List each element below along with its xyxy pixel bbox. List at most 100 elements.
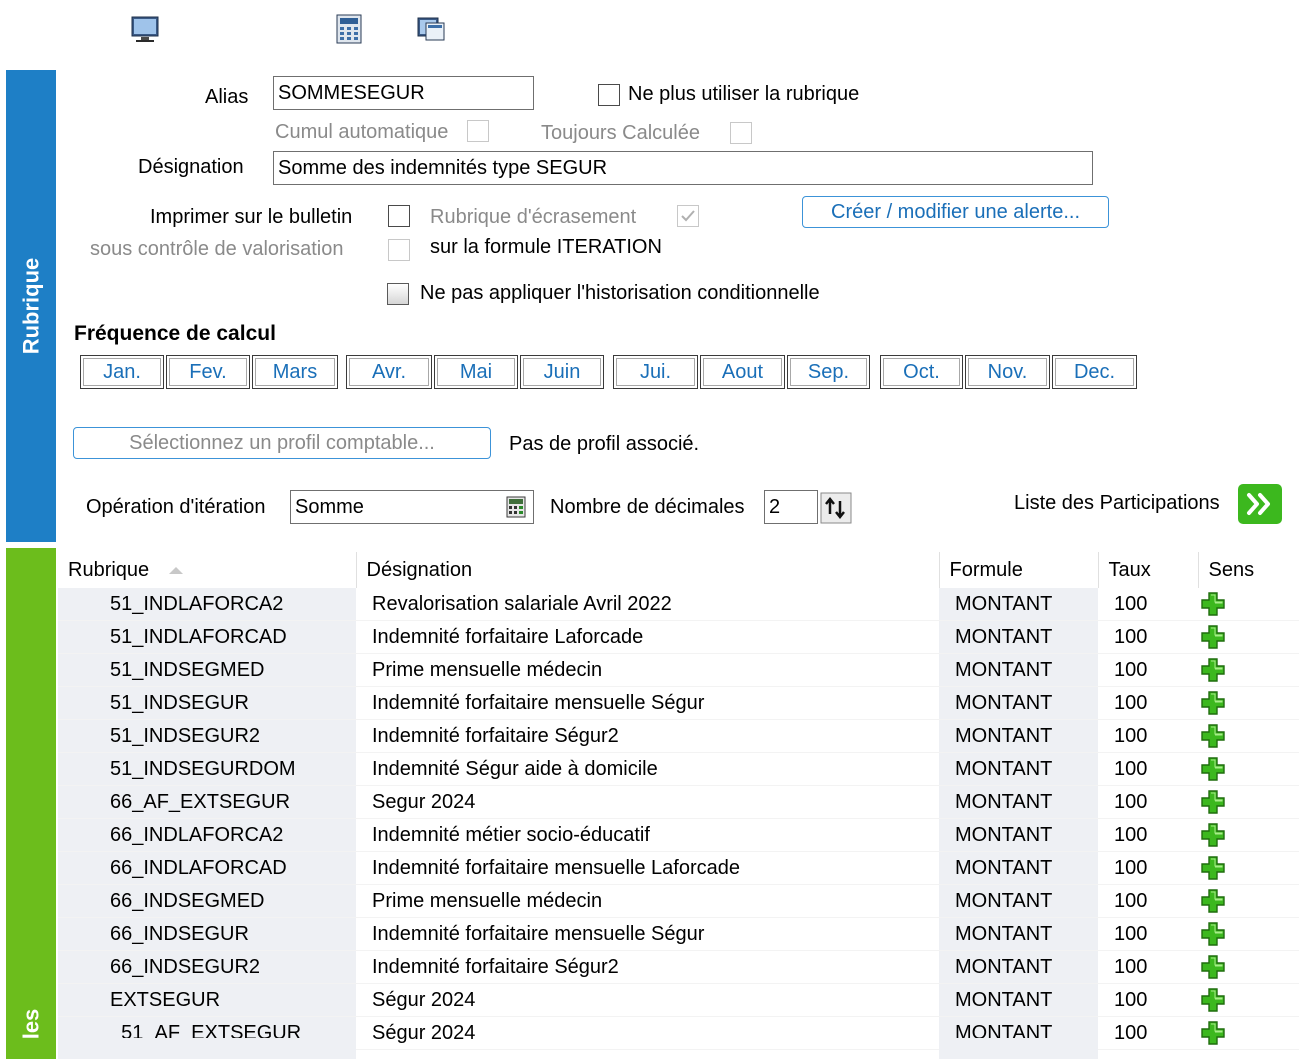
cell-sens[interactable] [1198, 1016, 1299, 1050]
table-row[interactable]: 51_INDSEGUR2 Indemnité forfaitaire Ségur2… [58, 719, 1299, 753]
month-button-jui[interactable]: Jui. [613, 355, 698, 389]
liste-participations-label: Liste des Participations [1014, 492, 1220, 514]
plus-icon[interactable] [1200, 987, 1226, 1013]
cell-sens[interactable] [1198, 983, 1299, 1017]
operation-iteration-select[interactable]: Somme [290, 490, 534, 524]
cell-sens[interactable] [1198, 719, 1299, 753]
table-row[interactable]: 66_INDLAFORCAD Indemnité forfaitaire mens… [58, 851, 1299, 885]
cell-sens[interactable] [1198, 950, 1299, 984]
month-button-dec[interactable]: Dec. [1052, 355, 1137, 389]
cell-taux: 100 [1098, 719, 1198, 753]
cell-taux: 100 [1098, 917, 1198, 951]
plus-icon[interactable] [1200, 723, 1226, 749]
month-button-avr[interactable]: Avr. [346, 355, 432, 389]
table-row[interactable]: 51_INDSEGURDOM Indemnité Ségur aide à dom… [58, 752, 1299, 786]
table-row[interactable]: 51_INDSEGMED Prime mensuelle médecin MONTA… [58, 653, 1299, 687]
cell-rubrique: 66_INDLAFORCA2 [58, 818, 356, 852]
month-button-nov[interactable]: Nov. [965, 355, 1050, 389]
ne-plus-utiliser-checkbox[interactable] [598, 84, 620, 106]
cell-designation: Indemnité forfaitaire mensuelle Laforcad… [356, 851, 939, 885]
cell-sens[interactable] [1198, 785, 1299, 819]
table-row[interactable]: 66_INDLAFORCA2 Indemnité métier socio-édu… [58, 818, 1299, 852]
month-button-fev[interactable]: Fev. [166, 355, 250, 389]
toujours-calculee-checkbox[interactable] [730, 122, 752, 144]
plus-icon[interactable] [1200, 657, 1226, 683]
cell-taux: 100 [1098, 752, 1198, 786]
monitor-icon[interactable] [130, 14, 160, 44]
plus-icon[interactable] [1200, 855, 1226, 881]
cell-sens[interactable] [1198, 851, 1299, 885]
table-row[interactable]: 66_INDSEGMED Prime mensuelle médecin MONTA… [58, 884, 1299, 918]
alias-label: Alias [205, 86, 249, 108]
cell-sens[interactable] [1198, 620, 1299, 654]
historisation-checkbox[interactable] [387, 283, 409, 305]
month-button-mai[interactable]: Mai [434, 355, 518, 389]
month-button-oct[interactable]: Oct. [880, 355, 963, 389]
rubrique-ecrasement-checkbox[interactable] [677, 205, 699, 227]
participations-table: Rubrique Désignation Formule Taux Sens 5… [58, 552, 1299, 1050]
cell-taux: 100 [1098, 785, 1198, 819]
rubrique-ecrasement-label: Rubrique d'écrasement [430, 206, 637, 228]
sous-controle-label: sous contrôle de valorisation [90, 238, 344, 260]
calculator-icon[interactable] [334, 14, 364, 44]
tab-participations[interactable]: les [6, 548, 56, 1059]
historisation-label: Ne pas appliquer l'historisation conditi… [420, 282, 820, 304]
month-button-mars[interactable]: Mars [252, 355, 338, 389]
cell-rubrique: 66_INDSEGUR2 [58, 950, 356, 984]
cell-sens[interactable] [1198, 884, 1299, 918]
month-button-sep[interactable]: Sep. [787, 355, 870, 389]
calculator-icon[interactable] [505, 496, 527, 518]
double-chevron-right-icon[interactable] [1238, 484, 1282, 524]
imprimer-checkbox[interactable] [388, 205, 410, 227]
plus-icon[interactable] [1200, 591, 1226, 617]
month-button-juin[interactable]: Juin [520, 355, 604, 389]
profil-comptable-button[interactable]: Sélectionnez un profil comptable... [73, 427, 491, 459]
alias-input[interactable]: SOMMESEGUR [273, 76, 534, 110]
table-row[interactable]: 66_INDSEGUR2 Indemnité forfaitaire Ségur2… [58, 950, 1299, 984]
column-header-rubrique-label: Rubrique [68, 558, 150, 581]
cell-taux: 100 [1098, 588, 1198, 621]
designation-input[interactable]: Somme des indemnités type SEGUR [273, 151, 1093, 185]
plus-icon[interactable] [1200, 756, 1226, 782]
column-header-designation[interactable]: Désignation [356, 552, 940, 588]
cell-sens[interactable] [1198, 588, 1299, 621]
plus-icon[interactable] [1200, 690, 1226, 716]
table-row[interactable]: EXTSEGUR Ségur 2024 MONTANT 100 [58, 983, 1299, 1017]
cell-sens[interactable] [1198, 653, 1299, 687]
plus-icon[interactable] [1200, 888, 1226, 914]
table-row[interactable]: 51_INDSEGUR Indemnité forfaitaire mensuel… [58, 686, 1299, 720]
cell-sens[interactable] [1198, 752, 1299, 786]
cumul-automatique-checkbox[interactable] [467, 120, 489, 142]
formule-iteration-checkbox[interactable] [388, 239, 410, 261]
tab-rubrique-label: Rubrique [18, 257, 43, 355]
tab-rubrique[interactable]: Rubrique [6, 70, 56, 542]
table-row[interactable]: 51_INDLAFORCA2 Revalorisation salariale A… [58, 588, 1299, 621]
month-button-jan[interactable]: Jan. [80, 355, 164, 389]
plus-icon[interactable] [1200, 954, 1226, 980]
table-row[interactable]: 51_INDLAFORCAD Indemnité forfaitaire Lafo… [58, 620, 1299, 654]
cell-rubrique: EXTSEGUR [58, 983, 356, 1017]
plus-icon[interactable] [1200, 1020, 1226, 1046]
plus-icon[interactable] [1200, 921, 1226, 947]
plus-icon[interactable] [1200, 789, 1226, 815]
column-header-formule[interactable]: Formule [939, 552, 1099, 588]
cell-designation: Prime mensuelle médecin [356, 653, 939, 687]
creer-alerte-button[interactable]: Créer / modifier une alerte... [802, 196, 1109, 228]
spin-arrows-icon[interactable] [820, 492, 852, 524]
cell-sens[interactable] [1198, 818, 1299, 852]
windows-icon[interactable] [416, 14, 446, 44]
table-row[interactable]: 66_INDSEGUR Indemnité forfaitaire mensuel… [58, 917, 1299, 951]
column-header-sens[interactable]: Sens [1198, 552, 1299, 588]
cell-formule: MONTANT [939, 686, 1098, 720]
cell-formule: MONTANT [939, 917, 1098, 951]
table-row[interactable]: 66_AF_EXTSEGUR Segur 2024 MONTANT 100 [58, 785, 1299, 819]
nombre-decimales-input[interactable]: 2 [764, 490, 818, 524]
cell-sens[interactable] [1198, 917, 1299, 951]
plus-icon[interactable] [1200, 822, 1226, 848]
cell-designation: Revalorisation salariale Avril 2022 [356, 588, 939, 621]
month-button-aout[interactable]: Aout [700, 355, 785, 389]
column-header-taux[interactable]: Taux [1098, 552, 1199, 588]
plus-icon[interactable] [1200, 624, 1226, 650]
column-header-rubrique[interactable]: Rubrique [58, 552, 357, 588]
cell-sens[interactable] [1198, 686, 1299, 720]
